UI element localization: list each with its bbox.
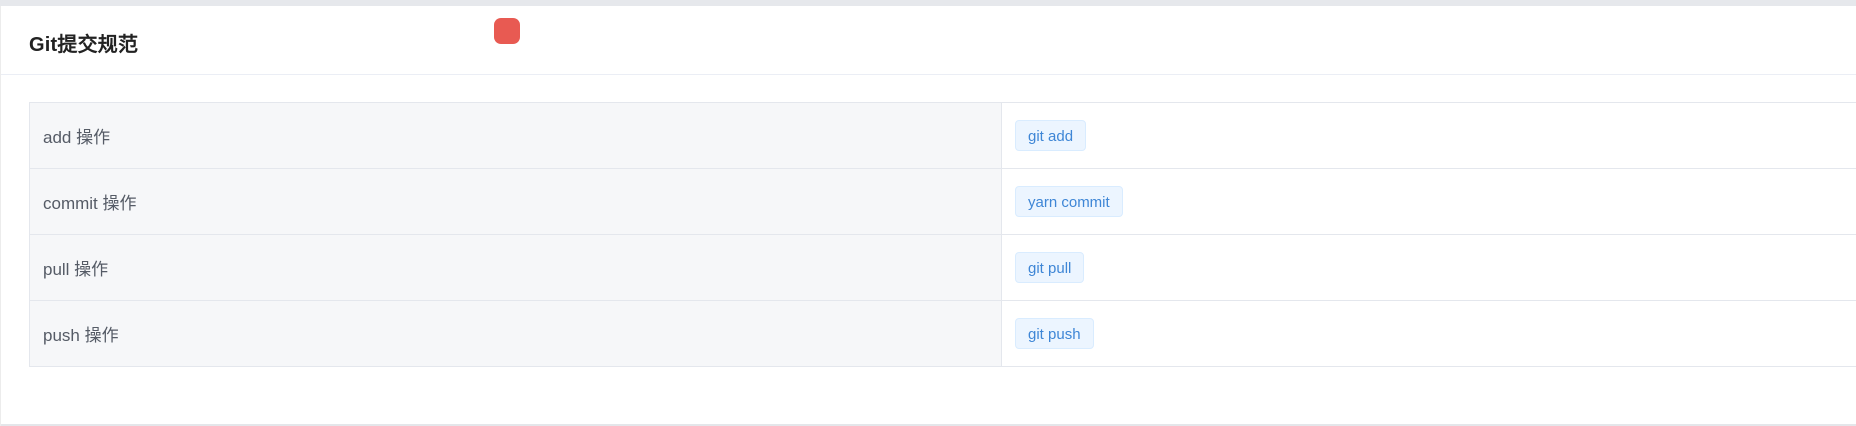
table-row: commit 操作 yarn commit <box>29 168 1856 235</box>
row-value: yarn commit <box>1001 168 1856 235</box>
command-tag: git add <box>1015 120 1087 151</box>
command-tag: git push <box>1015 318 1094 349</box>
row-value: git push <box>1001 300 1856 367</box>
card-header: Git提交规范 <box>1 6 1856 75</box>
command-tag: yarn commit <box>1015 186 1123 217</box>
git-commit-card: Git提交规范 add 操作 git add commit 操作 yarn co… <box>0 6 1856 426</box>
table-row: push 操作 git push <box>29 300 1856 367</box>
row-label: pull 操作 <box>29 234 1002 301</box>
row-value: git pull <box>1001 234 1856 301</box>
command-tag: git pull <box>1015 252 1085 283</box>
table-row: add 操作 git add <box>29 102 1856 169</box>
row-label: push 操作 <box>29 300 1002 367</box>
row-label: commit 操作 <box>29 168 1002 235</box>
record-indicator-icon <box>494 18 520 44</box>
row-value: git add <box>1001 102 1856 169</box>
table-row: pull 操作 git pull <box>29 234 1856 301</box>
row-label: add 操作 <box>29 102 1002 169</box>
git-commands-table: add 操作 git add commit 操作 yarn commit pul… <box>29 102 1856 367</box>
card-title: Git提交规范 <box>29 34 139 56</box>
